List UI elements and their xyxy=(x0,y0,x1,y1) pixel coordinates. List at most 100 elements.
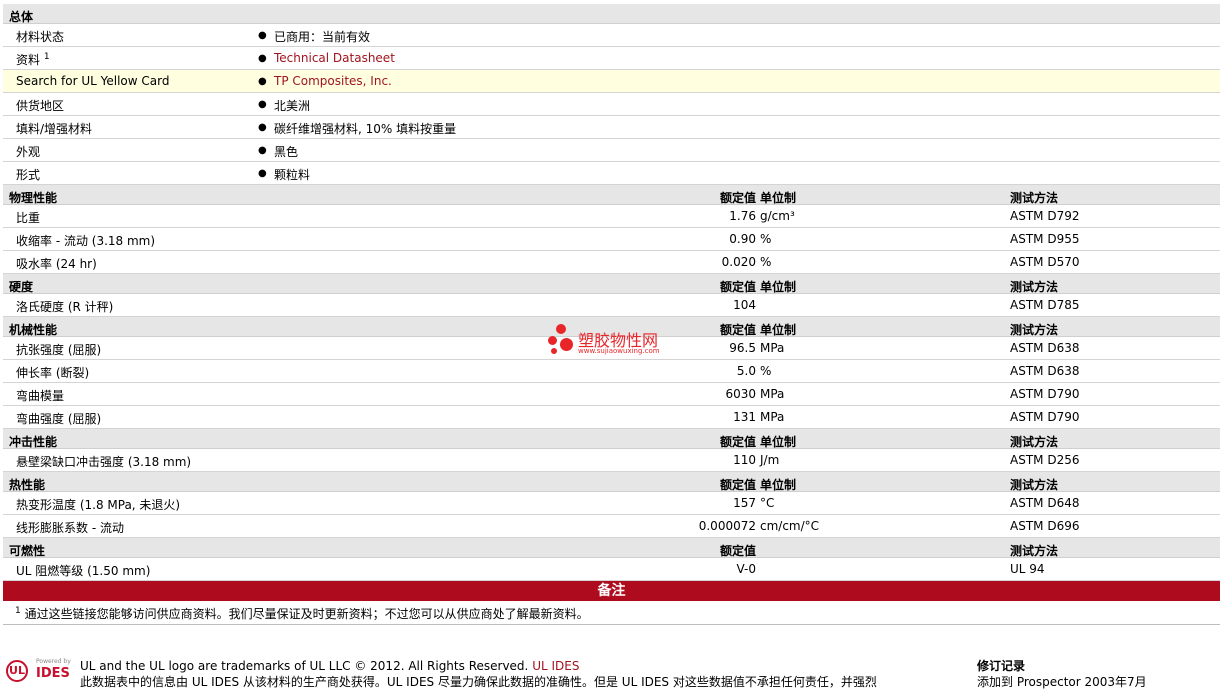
table-row: 材料状态 ● 已商用：当前有效 xyxy=(3,24,1220,47)
watermark-dot-icon xyxy=(560,338,573,351)
bullet-icon: ● xyxy=(258,76,267,87)
test-method: ASTM D790 xyxy=(1010,410,1080,424)
test-method: ASTM D790 xyxy=(1010,387,1080,401)
property-label: 资料 1 xyxy=(16,51,50,68)
section-title: 总体 xyxy=(9,10,34,24)
nominal-value: 0.90 xyxy=(729,232,756,246)
test-method: ASTM D256 xyxy=(1010,453,1080,467)
test-method: ASTM D696 xyxy=(1010,519,1080,533)
header-nominal-value: 额定值 xyxy=(719,544,756,558)
property-label: 悬壁梁缺口冲击强度 (3.18 mm) xyxy=(16,453,191,470)
unit-value: J/m xyxy=(760,453,780,467)
property-label-text: Search for UL Yellow Card xyxy=(16,74,170,88)
nominal-value: 131 xyxy=(733,410,756,424)
powered-by-text: Powered by xyxy=(36,658,71,665)
watermark-dot-icon xyxy=(548,336,557,345)
unit-value: % xyxy=(760,232,772,246)
section-title: 热性能 xyxy=(9,478,46,492)
table-row: Search for UL Yellow Card ● TP Composites,… xyxy=(3,70,1220,93)
revision-title: 修订记录 xyxy=(977,659,1026,673)
property-label-text: 材料状态 xyxy=(16,30,65,44)
test-method: ASTM D955 xyxy=(1010,232,1080,246)
nominal-value: 1.76 xyxy=(729,209,756,223)
nominal-value: 104 xyxy=(733,298,756,312)
section-title: 硬度 xyxy=(9,280,34,294)
nominal-value: 0.000072 xyxy=(698,519,756,533)
nominal-value: 96.5 xyxy=(729,341,756,355)
test-method: ASTM D648 xyxy=(1010,496,1080,510)
footnote-marker: 1 xyxy=(43,52,50,62)
unit-value: MPa xyxy=(760,410,785,424)
bullet-icon: ● xyxy=(258,122,267,133)
property-label-text: 收缩率 - 流动 (3.18 mm) xyxy=(16,234,156,248)
property-label: 外观 xyxy=(16,143,40,160)
header-nominal-value: 额定值 xyxy=(719,280,756,294)
nominal-value: 5.0 xyxy=(736,364,756,378)
property-label-text: 资料 xyxy=(16,53,41,67)
watermark-url: www.sujiaowuxing.com xyxy=(578,347,660,355)
section-header: 硬度 额定值 单位制 测试方法 xyxy=(3,274,1220,294)
property-label-text: 吸水率 (24 hr) xyxy=(16,257,97,271)
test-method: UL 94 xyxy=(1010,562,1045,576)
table-row: UL 阻燃等级 (1.50 mm) V-0 UL 94 xyxy=(3,558,1220,581)
property-label: 材料状态 xyxy=(16,28,64,45)
property-value: 颗粒料 xyxy=(274,168,311,182)
property-label-text: 抗张强度 (屈服) xyxy=(16,343,102,357)
notes-header: 备注 xyxy=(3,581,1220,601)
ul-ides-link[interactable]: UL IDES xyxy=(532,659,579,673)
header-test-method: 测试方法 xyxy=(1010,323,1059,337)
table-row: 吸水率 (24 hr) 0.020% ASTM D570 xyxy=(3,251,1220,274)
section-title: 可燃性 xyxy=(9,544,46,558)
property-label-text: 线形膨胀系数 - 流动 xyxy=(16,521,124,535)
section-title: 机械性能 xyxy=(9,323,58,337)
table-row: 弯曲模量 6030 MPa ASTM D790 xyxy=(3,383,1220,406)
header-nominal-value: 额定值 xyxy=(719,191,756,205)
property-label: 比重 xyxy=(16,209,40,226)
trademark-line: UL and the UL logo are trademarks of UL … xyxy=(80,659,579,673)
property-label: 供货地区 xyxy=(16,97,64,114)
property-label: 收缩率 - 流动 (3.18 mm) xyxy=(16,232,155,249)
unit-value: MPa xyxy=(760,387,785,401)
section-header: 总体 xyxy=(3,4,1220,24)
header-test-method: 测试方法 xyxy=(1010,191,1059,205)
property-label-text: 弯曲模量 xyxy=(16,389,65,403)
unit-value: % xyxy=(760,255,772,269)
header-test-method: 测试方法 xyxy=(1010,435,1059,449)
header-unit: 单位制 xyxy=(760,323,797,337)
section-title: 物理性能 xyxy=(9,191,58,205)
property-label-text: 比重 xyxy=(16,211,41,225)
table-row: 洛氏硬度 (R 计秤) 104 ASTM D785 xyxy=(3,294,1220,317)
property-label-text: 热变形温度 (1.8 MPa, 未退火) xyxy=(16,498,181,512)
nominal-value: 0.020 xyxy=(721,255,756,269)
property-label-text: 供货地区 xyxy=(16,99,65,113)
nominal-value: 157 xyxy=(733,496,756,510)
ul-ides-logo: UL Powered by IDES xyxy=(6,656,76,682)
test-method: ASTM D570 xyxy=(1010,255,1080,269)
unit-value: % xyxy=(760,364,772,378)
section-header: 冲击性能 额定值 单位制 测试方法 xyxy=(3,429,1220,449)
header-nominal-value: 额定值 xyxy=(719,478,756,492)
property-label: 抗张强度 (屈服) xyxy=(16,341,101,358)
property-label: 填料/增强材料 xyxy=(16,120,92,137)
header-nominal-value: 额定值 xyxy=(719,323,756,337)
header-nominal-value: 额定值 xyxy=(719,435,756,449)
section-header: 热性能 额定值 单位制 测试方法 xyxy=(3,472,1220,492)
property-label: UL 阻燃等级 (1.50 mm) xyxy=(16,562,150,579)
section-title: 冲击性能 xyxy=(9,435,58,449)
property-label-text: 填料/增强材料 xyxy=(16,122,93,136)
value-link[interactable]: TP Composites, Inc. xyxy=(274,74,392,88)
datasheet-table: 总体 材料状态 ● 已商用：当前有效 资料 1 ● Technical Datasheet S… xyxy=(3,4,1220,625)
table-row: 伸长率 (断裂) 5.0% ASTM D638 xyxy=(3,360,1220,383)
value-link[interactable]: Technical Datasheet xyxy=(274,51,395,65)
property-label: 伸长率 (断裂) xyxy=(16,364,89,381)
property-label-text: 悬壁梁缺口冲击强度 (3.18 mm) xyxy=(16,455,192,469)
table-row: 收缩率 - 流动 (3.18 mm) 0.90% ASTM D955 xyxy=(3,228,1220,251)
bullet-icon: ● xyxy=(258,168,267,179)
table-row: 比重 1.76 g/cm³ ASTM D792 xyxy=(3,205,1220,228)
property-label-text: 外观 xyxy=(16,145,41,159)
property-label: Search for UL Yellow Card xyxy=(16,74,169,88)
nominal-value: V-0 xyxy=(736,562,756,576)
property-label: 洛氏硬度 (R 计秤) xyxy=(16,298,113,315)
property-value: 已商用：当前有效 xyxy=(274,30,371,44)
note-row: 1 通过这些链接您能够访问供应商资料。我们尽量保证及时更新资料；不过您可以从供应… xyxy=(3,601,1220,625)
